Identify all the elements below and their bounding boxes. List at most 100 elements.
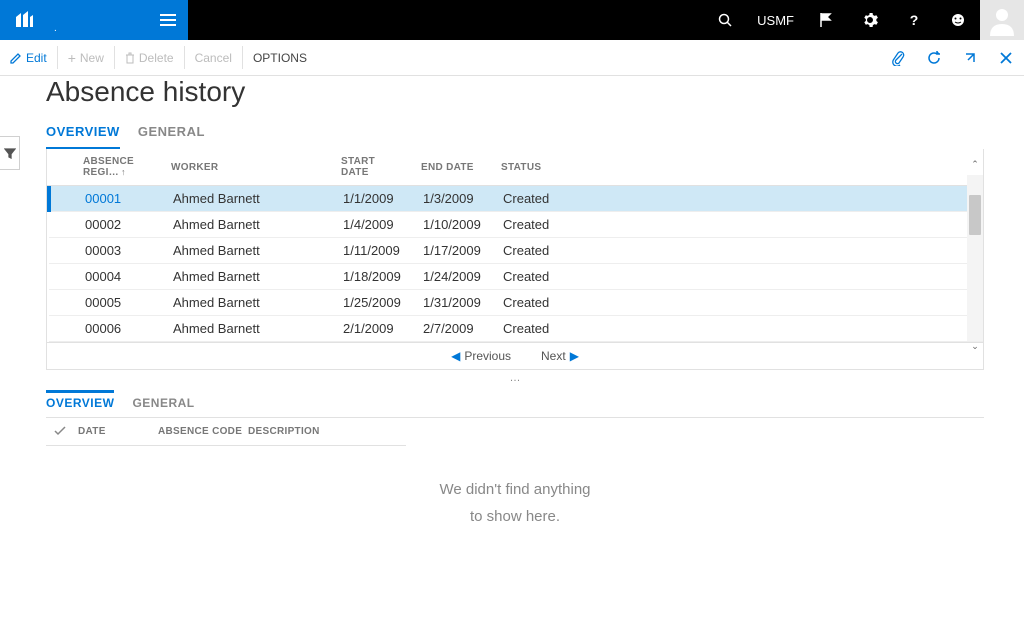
tab-general[interactable]: GENERAL xyxy=(138,118,205,149)
detail-tab-overview[interactable]: OVERVIEW xyxy=(46,390,114,417)
pager-previous[interactable]: ◀Previous xyxy=(451,349,511,363)
cell-start-date: 1/1/2009 xyxy=(335,186,415,212)
edit-label: Edit xyxy=(26,51,47,65)
table-row[interactable]: 00001Ahmed Barnett1/1/20091/3/2009Create… xyxy=(49,186,983,212)
column-status[interactable]: STATUS xyxy=(493,149,983,186)
cell-end-date: 1/10/2009 xyxy=(415,212,495,238)
absence-grid-wrap: ABSENCE REGI…↑ WORKER START DATE END DAT… xyxy=(46,149,984,370)
cell-status: Created xyxy=(495,212,983,238)
new-button: + New xyxy=(58,40,114,75)
cell-absence-id[interactable]: 00005 xyxy=(77,290,165,316)
cell-worker[interactable]: Ahmed Barnett xyxy=(165,238,335,264)
cell-absence-id[interactable]: 00001 xyxy=(77,186,165,212)
cell-worker[interactable]: Ahmed Barnett xyxy=(165,290,335,316)
column-select[interactable] xyxy=(47,149,75,186)
row-select-cell[interactable] xyxy=(49,290,77,316)
refresh-button[interactable] xyxy=(916,40,952,75)
pager-next[interactable]: Next▶ xyxy=(541,349,579,363)
page-title: Absence history xyxy=(46,76,984,108)
delete-button: Delete xyxy=(115,40,184,75)
cell-end-date: 1/31/2009 xyxy=(415,290,495,316)
topbar-spacer xyxy=(188,0,703,40)
cell-absence-id[interactable]: 00004 xyxy=(77,264,165,290)
cell-start-date: 1/4/2009 xyxy=(335,212,415,238)
cell-worker[interactable]: Ahmed Barnett xyxy=(165,186,335,212)
settings-button[interactable] xyxy=(848,0,892,40)
row-select-cell[interactable] xyxy=(49,186,77,212)
splitter[interactable]: … xyxy=(46,370,984,386)
detail-col-check[interactable] xyxy=(54,426,78,439)
table-row[interactable]: 00003Ahmed Barnett1/11/20091/17/2009Crea… xyxy=(49,238,983,264)
new-label: New xyxy=(80,51,104,65)
cell-worker[interactable]: Ahmed Barnett xyxy=(165,212,335,238)
empty-message: We didn't find anything to show here. xyxy=(46,446,984,560)
row-select-cell[interactable] xyxy=(49,238,77,264)
main-tabs: OVERVIEW GENERAL xyxy=(46,118,984,150)
sort-asc-icon: ↑ xyxy=(121,167,126,177)
action-bar: Edit + New Delete Cancel OPTIONS xyxy=(0,40,1024,76)
attachment-button[interactable] xyxy=(880,40,916,75)
app-logo[interactable] xyxy=(0,0,48,40)
grid-pager: ◀Previous Next▶ xyxy=(47,342,983,369)
cell-end-date: 2/7/2009 xyxy=(415,316,495,342)
detail-tabs: OVERVIEW GENERAL xyxy=(46,390,984,418)
table-row[interactable]: 00005Ahmed Barnett1/25/20091/31/2009Crea… xyxy=(49,290,983,316)
table-row[interactable]: 00004Ahmed Barnett1/18/20091/24/2009Crea… xyxy=(49,264,983,290)
company-selector[interactable]: USMF xyxy=(747,0,804,40)
scroll-thumb[interactable] xyxy=(969,195,981,235)
app-title-area[interactable]: . xyxy=(48,0,148,40)
detail-panel: OVERVIEW GENERAL DATE ABSENCE CODE DESCR… xyxy=(46,390,984,560)
options-button[interactable]: OPTIONS xyxy=(243,40,317,75)
user-avatar[interactable] xyxy=(980,0,1024,40)
cell-absence-id[interactable]: 00003 xyxy=(77,238,165,264)
top-navigation-bar: . USMF ? xyxy=(0,0,1024,40)
cancel-label: Cancel xyxy=(195,51,232,65)
cell-start-date: 1/25/2009 xyxy=(335,290,415,316)
table-row[interactable]: 00002Ahmed Barnett1/4/20091/10/2009Creat… xyxy=(49,212,983,238)
detail-grid-header: DATE ABSENCE CODE DESCRIPTION xyxy=(46,418,406,446)
column-worker[interactable]: WORKER xyxy=(163,149,333,186)
hamburger-menu-button[interactable] xyxy=(148,0,188,40)
edit-button[interactable]: Edit xyxy=(0,40,57,75)
feedback-button[interactable] xyxy=(936,0,980,40)
help-button[interactable]: ? xyxy=(892,0,936,40)
page-content: Absence history OVERVIEW GENERAL ABSENCE… xyxy=(46,76,984,629)
scroll-up-arrow[interactable]: ⌃ xyxy=(967,159,983,175)
cell-status: Created xyxy=(495,316,983,342)
close-button[interactable] xyxy=(988,40,1024,75)
cell-start-date: 2/1/2009 xyxy=(335,316,415,342)
cell-end-date: 1/3/2009 xyxy=(415,186,495,212)
table-row[interactable]: 00006Ahmed Barnett2/1/20092/7/2009Create… xyxy=(49,316,983,342)
cell-absence-id[interactable]: 00006 xyxy=(77,316,165,342)
detail-col-absence-code[interactable]: ABSENCE CODE xyxy=(158,426,248,439)
cell-worker[interactable]: Ahmed Barnett xyxy=(165,264,335,290)
cell-status: Created xyxy=(495,264,983,290)
cell-absence-id[interactable]: 00002 xyxy=(77,212,165,238)
row-select-cell[interactable] xyxy=(49,212,77,238)
detail-col-date[interactable]: DATE xyxy=(78,426,158,439)
grid-scrollbar[interactable]: ⌃ ⌄ xyxy=(967,175,983,341)
filter-pane-toggle[interactable] xyxy=(0,136,20,170)
row-select-cell[interactable] xyxy=(49,264,77,290)
cell-end-date: 1/17/2009 xyxy=(415,238,495,264)
cell-worker[interactable]: Ahmed Barnett xyxy=(165,316,335,342)
column-end-date[interactable]: END DATE xyxy=(413,149,493,186)
options-label: OPTIONS xyxy=(253,51,307,65)
column-start-date[interactable]: START DATE xyxy=(333,149,413,186)
delete-label: Delete xyxy=(139,51,174,65)
cell-start-date: 1/18/2009 xyxy=(335,264,415,290)
detail-col-description[interactable]: DESCRIPTION xyxy=(248,426,368,439)
popout-button[interactable] xyxy=(952,40,988,75)
cell-end-date: 1/24/2009 xyxy=(415,264,495,290)
detail-tab-general[interactable]: GENERAL xyxy=(132,390,194,417)
scroll-down-arrow[interactable]: ⌄ xyxy=(967,341,983,357)
tab-overview[interactable]: OVERVIEW xyxy=(46,118,120,150)
column-absence-reg[interactable]: ABSENCE REGI…↑ xyxy=(75,149,163,186)
cell-start-date: 1/11/2009 xyxy=(335,238,415,264)
search-button[interactable] xyxy=(703,0,747,40)
absence-grid: ABSENCE REGI…↑ WORKER START DATE END DAT… xyxy=(47,149,983,186)
cell-status: Created xyxy=(495,186,983,212)
cell-status: Created xyxy=(495,290,983,316)
flag-button[interactable] xyxy=(804,0,848,40)
row-select-cell[interactable] xyxy=(49,316,77,342)
